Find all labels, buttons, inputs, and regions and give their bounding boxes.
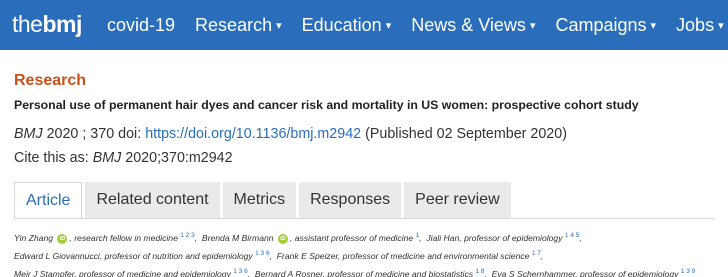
affiliation-refs[interactable]: 1 3 9 (681, 268, 695, 275)
journal-name: BMJ (14, 126, 43, 142)
tab-related-content[interactable]: Related content (85, 182, 220, 218)
author-name[interactable]: Edward L Giovannucci (14, 251, 100, 261)
author-role: , professor of medicine and environmenta… (337, 250, 530, 261)
cite-journal: BMJ (92, 150, 122, 166)
author-role: , professor of medicine and epidemiology (74, 268, 231, 277)
author-list: Yin Zhang iD, research fellow in medicin… (14, 228, 724, 277)
citation-line: BMJ 2020 ; 370 doi: https://doi.org/10.1… (14, 126, 567, 142)
tab-divider (14, 218, 714, 219)
author-name[interactable]: Frank E Speizer (277, 251, 338, 261)
author-name[interactable]: Yin Zhang (14, 233, 53, 243)
cite-reference: 2020;370:m2942 (125, 150, 233, 166)
section-label: Research (14, 72, 87, 89)
author-name[interactable]: Meir J Stampfer (14, 269, 74, 277)
published-date: (Published 02 September 2020) (365, 126, 567, 142)
nav-item-news-views[interactable]: News & Views ▾ (411, 0, 535, 51)
author-name[interactable]: Bernard A Rosner (255, 269, 323, 277)
author-role: , professor of epidemiology (459, 232, 563, 243)
author-role: , professor of epidemiology (575, 268, 679, 277)
nav-item-label: Jobs (676, 15, 715, 35)
nav-item-label: Research (195, 15, 273, 35)
doi-link[interactable]: https://doi.org/10.1136/bmj.m2942 (145, 126, 361, 142)
tab-responses[interactable]: Responses (299, 182, 402, 218)
top-navigation: thebmj covid-19 Research ▾ Education ▾ N… (0, 0, 728, 50)
chevron-down-icon: ▾ (529, 20, 536, 32)
author-line-1: Yin Zhang iD, research fellow in medicin… (14, 232, 582, 244)
nav-item-label: covid-19 (107, 15, 176, 35)
nav-item-education[interactable]: Education ▾ (302, 0, 392, 51)
logo-the: the (12, 11, 43, 37)
affiliation-refs[interactable]: 1 7 (532, 250, 541, 257)
nav-item-label: Campaigns (555, 15, 647, 35)
nav-item-label: News & Views (411, 15, 526, 35)
author-name[interactable]: Jiali Han (426, 233, 459, 243)
affiliation-refs[interactable]: 1 8 (475, 268, 484, 275)
orcid-icon[interactable]: iD (277, 233, 288, 244)
nav-menu: covid-19 Research ▾ Education ▾ News & V… (107, 0, 728, 50)
affiliation-refs[interactable]: 1 (416, 232, 420, 239)
tab-metrics[interactable]: Metrics (222, 182, 297, 218)
chevron-down-icon: ▾ (650, 20, 657, 32)
tab-article[interactable]: Article (14, 182, 83, 218)
nav-item-label: Education (301, 15, 382, 35)
author-role: , professor of medicine and biostatistic… (322, 268, 474, 277)
author-role: , assistant professor of medicine (289, 232, 414, 243)
author-role: , research fellow in medicine (69, 232, 178, 243)
article-title: Personal use of permanent hair dyes and … (14, 98, 639, 112)
cite-this-as: Cite this as: BMJ 2020;370:m2942 (14, 150, 233, 166)
article-tabs: Article Related content Metrics Response… (14, 182, 514, 218)
logo-bmj: bmj (42, 11, 82, 37)
nav-item-jobs[interactable]: Jobs ▾ (676, 0, 724, 51)
affiliation-refs[interactable]: 1 3 6 (233, 268, 247, 275)
doi-label: doi: (118, 126, 142, 142)
orcid-icon[interactable]: iD (57, 233, 68, 244)
author-line-2: Edward L Giovannucci, professor of nutri… (14, 249, 544, 261)
chevron-down-icon: ▾ (276, 20, 282, 32)
year-volume: 2020 ; 370 (42, 126, 115, 142)
affiliation-refs[interactable]: 1 4 5 (565, 232, 579, 239)
nav-item-covid-19[interactable]: covid-19 (107, 0, 175, 50)
chevron-down-icon: ▾ (718, 20, 724, 32)
author-name[interactable]: Brenda M Birmann (202, 233, 274, 243)
affiliation-refs[interactable]: 1 3 6 (255, 250, 269, 257)
author-name[interactable]: Eva S Schernhammer (492, 269, 576, 277)
nav-item-campaigns[interactable]: Campaigns ▾ (555, 0, 656, 51)
cite-prefix: Cite this as: (14, 150, 89, 166)
affiliation-refs[interactable]: 1 2 3 (180, 232, 194, 239)
author-line-3: Meir J Stampfer, professor of medicine a… (14, 267, 696, 277)
tab-peer-review[interactable]: Peer review (404, 182, 511, 218)
author-role: , professor of nutrition and epidemiolog… (99, 250, 253, 261)
bmj-logo[interactable]: thebmj (12, 9, 82, 39)
nav-item-research[interactable]: Research ▾ (195, 0, 282, 51)
chevron-down-icon: ▾ (385, 20, 392, 32)
